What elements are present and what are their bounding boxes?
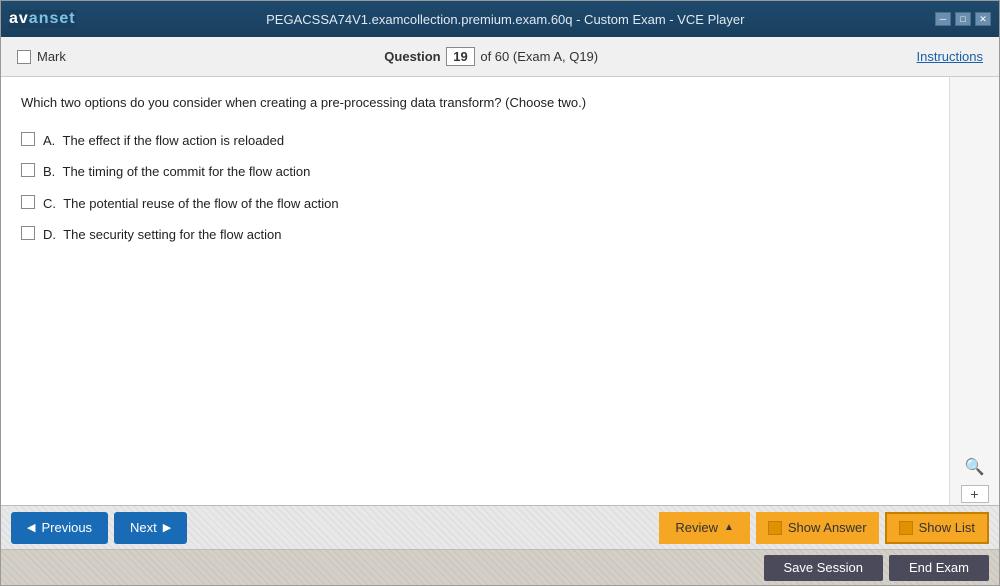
content-area: Which two options do you consider when c… (1, 77, 999, 505)
review-label: Review (675, 520, 718, 535)
logo: avanset (9, 10, 76, 28)
window-title: PEGACSSA74V1.examcollection.premium.exam… (76, 12, 935, 27)
previous-button[interactable]: ◀ Previous (11, 512, 108, 544)
show-list-icon (899, 521, 913, 535)
window-controls[interactable]: ─ □ ✕ (935, 12, 991, 26)
show-list-button[interactable]: Show List (885, 512, 989, 544)
checkbox-c[interactable] (21, 195, 35, 209)
checkbox-a[interactable] (21, 132, 35, 146)
action-bar: Save Session End Exam (1, 549, 999, 585)
zoom-in-button[interactable]: + (961, 485, 989, 503)
question-total: of 60 (Exam A, Q19) (480, 49, 598, 64)
next-button[interactable]: Next ▶ (114, 512, 187, 544)
answer-text-b: B. The timing of the commit for the flow… (43, 162, 310, 182)
next-arrow-icon: ▶ (163, 521, 171, 534)
logo-part2: anset (29, 10, 76, 27)
instructions-link[interactable]: Instructions (917, 49, 983, 64)
question-area: Which two options do you consider when c… (1, 77, 949, 505)
save-session-button[interactable]: Save Session (764, 555, 884, 581)
show-list-label: Show List (919, 520, 975, 535)
question-info: Question 19 of 60 (Exam A, Q19) (66, 47, 917, 66)
right-sidebar: 🔍 + − (949, 77, 999, 505)
answer-option-d: D. The security setting for the flow act… (21, 225, 929, 245)
review-button[interactable]: Review ▲ (659, 512, 750, 544)
end-exam-button[interactable]: End Exam (889, 555, 989, 581)
answer-option-b: B. The timing of the commit for the flow… (21, 162, 929, 182)
answer-option-a: A. The effect if the flow action is relo… (21, 131, 929, 151)
mark-checkbox[interactable] (17, 50, 31, 64)
previous-label: Previous (41, 520, 92, 535)
logo-part1: av (9, 10, 29, 27)
answer-option-c: C. The potential reuse of the flow of th… (21, 194, 929, 214)
answer-text-d: D. The security setting for the flow act… (43, 225, 281, 245)
checkbox-d[interactable] (21, 226, 35, 240)
question-label: Question (384, 49, 440, 64)
minimize-button[interactable]: ─ (935, 12, 951, 26)
next-label: Next (130, 520, 157, 535)
restore-button[interactable]: □ (955, 12, 971, 26)
question-number: 19 (446, 47, 474, 66)
close-button[interactable]: ✕ (975, 12, 991, 26)
show-answer-button[interactable]: Show Answer (756, 512, 879, 544)
show-answer-icon (768, 521, 782, 535)
show-answer-label: Show Answer (788, 520, 867, 535)
mark-label: Mark (37, 49, 66, 64)
bottom-navigation: ◀ Previous Next ▶ Review ▲ Show Answer S… (1, 505, 999, 549)
question-text: Which two options do you consider when c… (21, 93, 929, 113)
review-arrow-icon: ▲ (724, 522, 734, 533)
prev-arrow-icon: ◀ (27, 521, 35, 534)
title-bar: avanset PEGACSSA74V1.examcollection.prem… (1, 1, 999, 37)
checkbox-b[interactable] (21, 163, 35, 177)
answer-text-c: C. The potential reuse of the flow of th… (43, 194, 339, 214)
answer-text-a: A. The effect if the flow action is relo… (43, 131, 284, 151)
title-bar-left: avanset (9, 10, 76, 28)
mark-area: Mark (17, 49, 66, 64)
zoom-icon: 🔍 (965, 457, 985, 477)
question-header: Mark Question 19 of 60 (Exam A, Q19) Ins… (1, 37, 999, 77)
